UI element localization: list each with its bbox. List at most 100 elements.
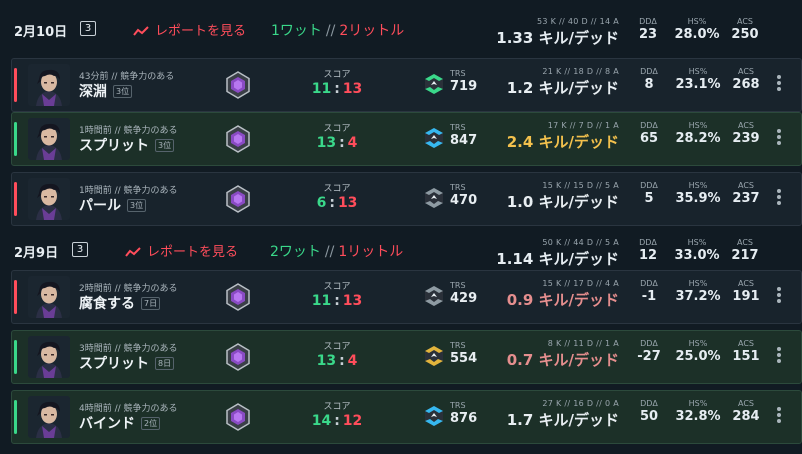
match-kd-block: 27 K // 16 D // 0 A 1.7 キル/デッド	[507, 399, 619, 430]
day-kda-breakdown: 53 K // 40 D // 14 A	[537, 17, 619, 26]
match-row[interactable]: 4時間前 // 競争力のある バインド2位 スコア 14:12 TRS 876	[11, 390, 802, 444]
result-indicator	[14, 182, 17, 216]
score-block: スコア 13:4	[307, 339, 367, 369]
placement-badge: 7日	[141, 297, 161, 310]
more-options-icon[interactable]	[777, 129, 781, 147]
dda-label: DDΔ	[639, 238, 657, 247]
team-score: 13	[316, 135, 337, 151]
day-header-feb9: 2月9日 3 レポートを見る 2ワット//1リットル 50 K // 44 D …	[0, 233, 802, 271]
score-label: スコア	[323, 70, 351, 80]
score-label: スコア	[323, 342, 351, 352]
enemy-score: 12	[342, 413, 363, 429]
match-kd-block: 17 K // 7 D // 1 A 2.4 キル/デッド	[507, 121, 619, 152]
day-kda-breakdown: 50 K // 44 D // 5 A	[542, 238, 619, 247]
trs-block: TRS 470	[450, 183, 477, 208]
placement-badge: 8日	[155, 357, 175, 370]
agent-avatar	[28, 336, 70, 378]
kd-ratio: 1.7 キル/デッド	[506, 411, 619, 429]
acs-value: 284	[732, 409, 760, 424]
acs-value: 151	[732, 349, 760, 364]
dda-stat: DDΔ 5	[635, 181, 663, 206]
trs-block: TRS 876	[450, 401, 477, 426]
score-separator: :	[334, 293, 340, 309]
day-match-count: 3	[72, 242, 88, 257]
day-kd-ratio: 1.14 キル/デッド	[496, 250, 619, 268]
trs-value: 554	[450, 351, 478, 366]
dda-label: DDΔ	[640, 339, 658, 348]
team-score: 11	[311, 81, 332, 97]
match-row[interactable]: 1時間前 // 競争力のある パール 3位 スコア 6:13 TRS 470 1…	[11, 172, 802, 226]
kda-breakdown: 8 K // 11 D // 1 A	[547, 339, 619, 348]
kda-breakdown: 27 K // 16 D // 0 A	[542, 399, 619, 408]
acs-value: 237	[732, 191, 760, 206]
score-label: スコア	[323, 184, 351, 194]
placement-badge: 3位	[127, 199, 147, 212]
agent-avatar	[28, 178, 70, 220]
trs-value: 719	[450, 79, 478, 94]
day-date: 2月10日	[14, 25, 68, 40]
hs-stat: HS% 37.2%	[673, 279, 723, 304]
score-separator: :	[334, 413, 340, 429]
more-options-icon[interactable]	[777, 347, 781, 365]
trs-label: TRS	[450, 183, 466, 192]
score-value: 13:4	[307, 353, 367, 369]
enemy-score: 4	[347, 353, 358, 369]
acs-label: ACS	[738, 339, 754, 348]
agent-ability-icon	[224, 71, 252, 99]
losses-count: 1リットル	[338, 244, 404, 260]
dda-stat: DDΔ 8	[635, 67, 663, 92]
day-hs: HS% 33.0%	[672, 238, 722, 263]
acs-stat: ACS 237	[729, 181, 763, 206]
acs-stat: ACS 284	[729, 399, 763, 424]
trs-block: TRS 429	[450, 281, 477, 306]
day-kd-block: 50 K // 44 D // 5 A 1.14 キル/デッド	[496, 238, 619, 269]
rank-icon	[422, 404, 446, 428]
match-row[interactable]: 3時間前 // 競争力のある スプリット8日 スコア 13:4 TRS 554	[11, 330, 802, 384]
hs-label: HS%	[688, 399, 708, 408]
rank-icon	[422, 126, 446, 150]
hs-label: HS%	[688, 279, 708, 288]
enemy-score: 13	[342, 81, 363, 97]
agent-ability-icon	[224, 185, 252, 213]
match-row[interactable]: 1時間前 // 競争力のある スプリット3位 スコア 13:4 TRS 847	[11, 112, 802, 166]
hs-label: HS%	[688, 67, 708, 76]
kda-breakdown: 17 K // 7 D // 1 A	[547, 121, 619, 130]
day-dda: DDΔ 12	[634, 238, 662, 263]
more-options-icon[interactable]	[777, 407, 781, 425]
score-separator: :	[334, 81, 340, 97]
trs-label: TRS	[450, 341, 466, 350]
match-row[interactable]: 2時間前 // 競争力のある 腐食する7日 スコア 11:13 TRS 429	[11, 270, 802, 324]
match-kd-block: 8 K // 11 D // 1 A 0.7 キル/デッド	[507, 339, 619, 370]
day-header-feb10: 2月10日 3 レポートを見る 1ワット//2リットル 53 K // 40 D…	[0, 12, 802, 50]
hs-value: 33.0%	[674, 248, 720, 263]
kd-ratio: 1.2 キル/デッド	[506, 79, 619, 97]
enemy-score: 4	[347, 135, 358, 151]
hs-label: HS%	[688, 121, 708, 130]
kd-ratio: 0.9 キル/デッド	[506, 291, 619, 309]
map-name: 腐食する 7日	[79, 293, 161, 313]
more-options-icon[interactable]	[777, 287, 781, 305]
more-options-icon[interactable]	[777, 189, 781, 207]
team-score: 14	[311, 413, 332, 429]
hs-value: 25.0%	[675, 349, 721, 364]
kd-ratio: 0.7 キル/デッド	[506, 351, 619, 369]
result-indicator	[14, 68, 17, 102]
match-row[interactable]: 43分前 // 競争力のある 深淵 3位 スコア 11:13 TRS 719 2…	[11, 58, 802, 112]
hs-label: HS%	[688, 339, 708, 348]
dda-stat: DDΔ 50	[635, 399, 663, 424]
trs-value: 470	[450, 193, 478, 208]
more-options-icon[interactable]	[777, 75, 781, 93]
enemy-score: 13	[342, 293, 363, 309]
acs-label: ACS	[738, 121, 754, 130]
hs-stat: HS% 28.2%	[673, 121, 723, 146]
agent-avatar	[28, 118, 70, 160]
score-value: 11:13	[307, 81, 367, 97]
trs-value: 429	[450, 291, 478, 306]
dda-label: DDΔ	[640, 67, 658, 76]
view-report-link[interactable]: レポートを見る	[125, 241, 238, 260]
hs-stat: HS% 35.9%	[673, 181, 723, 206]
view-report-link[interactable]: レポートを見る	[133, 20, 246, 39]
dda-value: 8	[644, 77, 654, 92]
trs-block: TRS 847	[450, 123, 477, 148]
wl-separator: //	[324, 244, 335, 260]
